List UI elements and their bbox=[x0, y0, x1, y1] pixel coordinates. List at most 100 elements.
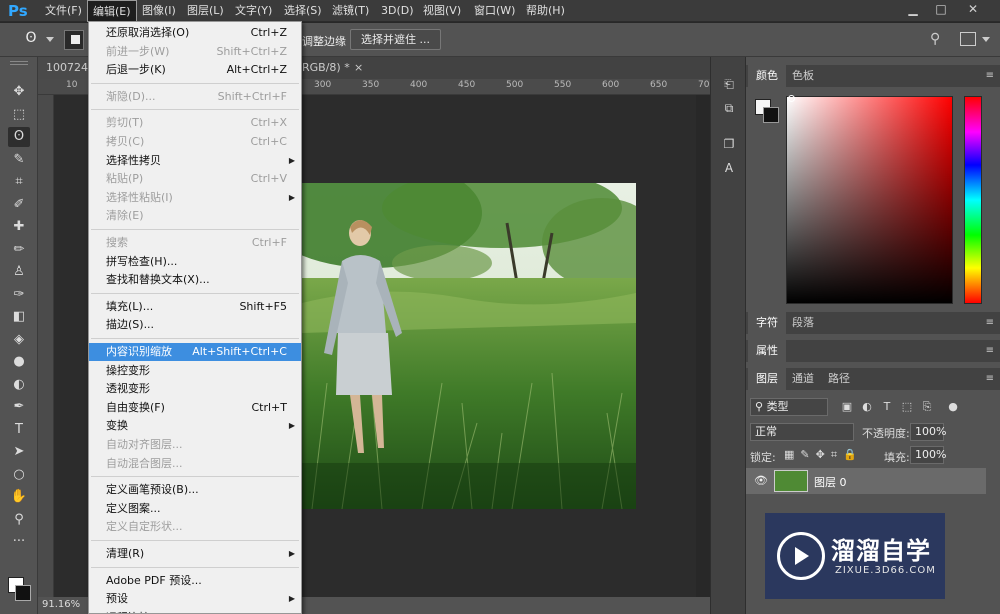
menu-filter[interactable]: 滤镜(T) bbox=[327, 0, 374, 22]
toolbox-grip[interactable] bbox=[10, 61, 28, 65]
tab-swatches[interactable]: 色板 bbox=[784, 65, 822, 87]
menu-image[interactable]: 图像(I) bbox=[137, 0, 181, 22]
color-picker-marker[interactable] bbox=[788, 95, 795, 102]
fill-input[interactable]: 100% bbox=[910, 446, 946, 464]
menu-item[interactable]: 定义画笔预设(B)... bbox=[89, 481, 301, 499]
panel-menu-icon[interactable]: ≡ bbox=[986, 70, 994, 81]
path-select-icon[interactable]: ➤ bbox=[8, 442, 30, 462]
healing-icon[interactable]: ✚ bbox=[8, 217, 30, 237]
menu-item[interactable]: 定义图案... bbox=[89, 500, 301, 518]
tab-paragraph[interactable]: 段落 bbox=[784, 312, 822, 334]
menu-layer[interactable]: 图层(L) bbox=[182, 0, 229, 22]
menu-item[interactable]: 远程连接... bbox=[89, 609, 301, 613]
color-field[interactable] bbox=[786, 96, 953, 304]
menu-item[interactable]: 操控变形 bbox=[89, 362, 301, 380]
menu-item[interactable]: 填充(L)... Shift+F5 bbox=[89, 298, 301, 316]
menu-item[interactable]: 预设 ▶ bbox=[89, 590, 301, 608]
select-and-mask-button[interactable]: 选择并遮住 ... bbox=[350, 29, 441, 50]
menu-item[interactable]: 描边(S)... bbox=[89, 316, 301, 334]
hue-slider[interactable] bbox=[964, 96, 982, 304]
chevron-down-icon[interactable] bbox=[46, 37, 54, 42]
menu-item-label: 选择性粘贴(I) bbox=[106, 190, 173, 204]
zoom-icon[interactable]: ⚲ bbox=[8, 510, 30, 530]
workspace-icon[interactable] bbox=[960, 32, 976, 46]
menu-item[interactable]: 拼写检查(H)... bbox=[89, 253, 301, 271]
tab-properties[interactable]: 属性 bbox=[748, 340, 786, 362]
menu-window[interactable]: 窗口(W) bbox=[469, 0, 520, 22]
stamp-icon[interactable]: ♙ bbox=[8, 262, 30, 282]
menu-item[interactable]: 清理(R) ▶ bbox=[89, 545, 301, 563]
history-panel-icon[interactable]: ⎗ bbox=[720, 77, 738, 95]
eyedropper-icon[interactable]: ✐ bbox=[8, 195, 30, 215]
lasso-icon[interactable]: ʘ bbox=[8, 127, 30, 147]
menu-3d[interactable]: 3D(D) bbox=[376, 0, 419, 22]
maximize-icon[interactable]: □ bbox=[928, 0, 954, 18]
search-icon[interactable]: ⚲ bbox=[930, 31, 940, 47]
photo-woman-in-grass[interactable] bbox=[302, 183, 636, 509]
adjustments-icon[interactable]: ⧉ bbox=[720, 101, 738, 119]
pen-icon[interactable]: ✒ bbox=[8, 397, 30, 417]
menu-item[interactable]: 内容识别缩放 Alt+Shift+Ctrl+C bbox=[89, 343, 301, 361]
menu-edit[interactable]: 编辑(E) bbox=[87, 0, 137, 22]
more-icon[interactable]: ··· bbox=[8, 532, 30, 552]
tab-character[interactable]: 字符 bbox=[748, 312, 786, 334]
dodge-icon[interactable]: ◐ bbox=[8, 375, 30, 395]
background-color-swatch[interactable] bbox=[15, 585, 31, 601]
bg-color-swatch[interactable] bbox=[763, 107, 779, 123]
blur-icon[interactable]: ● bbox=[8, 352, 30, 372]
history-brush-icon[interactable]: ✑ bbox=[8, 285, 30, 305]
filter-toggle-icon[interactable]: ● bbox=[946, 400, 960, 414]
panel-menu-icon[interactable]: ≡ bbox=[986, 317, 994, 328]
workspace-chevron-icon[interactable] bbox=[982, 37, 990, 42]
filter-adjustment-icon[interactable]: ◐ bbox=[860, 400, 874, 414]
menu-help[interactable]: 帮助(H) bbox=[521, 0, 570, 22]
menu-file[interactable]: 文件(F) bbox=[40, 0, 87, 22]
visibility-eye-icon[interactable]: 👁 bbox=[754, 474, 768, 487]
type-icon[interactable]: T bbox=[8, 420, 30, 440]
bucket-icon[interactable]: ◈ bbox=[8, 330, 30, 350]
tab-close-icon[interactable]: × bbox=[354, 57, 363, 79]
quick-select-icon[interactable]: ✎ bbox=[8, 150, 30, 170]
menu-separator bbox=[91, 229, 299, 230]
marquee-icon[interactable]: ⬚ bbox=[8, 105, 30, 125]
clone-source-icon[interactable]: ❐ bbox=[720, 137, 738, 155]
move-icon[interactable]: ✥ bbox=[8, 82, 30, 102]
menu-view[interactable]: 视图(V) bbox=[418, 0, 466, 22]
tab-paths[interactable]: 路径 bbox=[820, 368, 858, 390]
menu-select[interactable]: 选择(S) bbox=[279, 0, 327, 22]
filter-smart-icon[interactable]: ⎘ bbox=[920, 400, 934, 414]
eraser-icon[interactable]: ◧ bbox=[8, 307, 30, 327]
layer-filter-select[interactable]: ⚲ 类型 bbox=[750, 398, 828, 416]
menu-item[interactable]: 后退一步(K) Alt+Ctrl+Z bbox=[89, 61, 301, 79]
filter-type-icon[interactable]: T bbox=[880, 400, 894, 414]
menu-item[interactable]: 变换 ▶ bbox=[89, 417, 301, 435]
close-icon[interactable]: ✕ bbox=[960, 0, 986, 18]
panel-menu-icon[interactable]: ≡ bbox=[986, 373, 994, 384]
lock-icons[interactable]: ▦✎✥⌗🔒 bbox=[784, 448, 870, 464]
panel-menu-icon[interactable]: ≡ bbox=[986, 345, 994, 356]
character-style-icon[interactable]: A bbox=[720, 161, 738, 179]
zoom-level[interactable]: 91.16% bbox=[42, 599, 80, 610]
tab-layers[interactable]: 图层 bbox=[748, 368, 786, 390]
crop-icon[interactable]: ⌗ bbox=[8, 172, 30, 192]
layer-name[interactable]: 图层 0 bbox=[814, 474, 847, 490]
menu-item[interactable]: Adobe PDF 预设... bbox=[89, 572, 301, 590]
filter-pixel-icon[interactable]: ▣ bbox=[840, 400, 854, 414]
filter-shape-icon[interactable]: ⬚ bbox=[900, 400, 914, 414]
brush-icon[interactable]: ✏ bbox=[8, 240, 30, 260]
lasso-icon[interactable]: ʘ bbox=[20, 30, 42, 50]
menu-type[interactable]: 文字(Y) bbox=[230, 0, 277, 22]
menu-item[interactable]: 自由变换(F) Ctrl+T bbox=[89, 399, 301, 417]
menu-item[interactable]: 透视变形 bbox=[89, 380, 301, 398]
blend-mode-select[interactable]: 正常 bbox=[750, 423, 854, 441]
ellipse-icon[interactable]: ○ bbox=[8, 465, 30, 485]
hand-icon[interactable]: ✋ bbox=[8, 487, 30, 507]
minimize-icon[interactable]: ▁ bbox=[900, 0, 926, 18]
opacity-input[interactable]: 100% bbox=[910, 423, 946, 441]
tab-color[interactable]: 颜色 bbox=[748, 65, 786, 87]
layer-row[interactable]: 👁 图层 0 bbox=[746, 468, 986, 494]
tab-channels[interactable]: 通道 bbox=[784, 368, 822, 390]
menu-item[interactable]: 选择性拷贝 ▶ bbox=[89, 152, 301, 170]
menu-item[interactable]: 查找和替换文本(X)... bbox=[89, 271, 301, 289]
menu-item[interactable]: 还原取消选择(O) Ctrl+Z bbox=[89, 24, 301, 42]
